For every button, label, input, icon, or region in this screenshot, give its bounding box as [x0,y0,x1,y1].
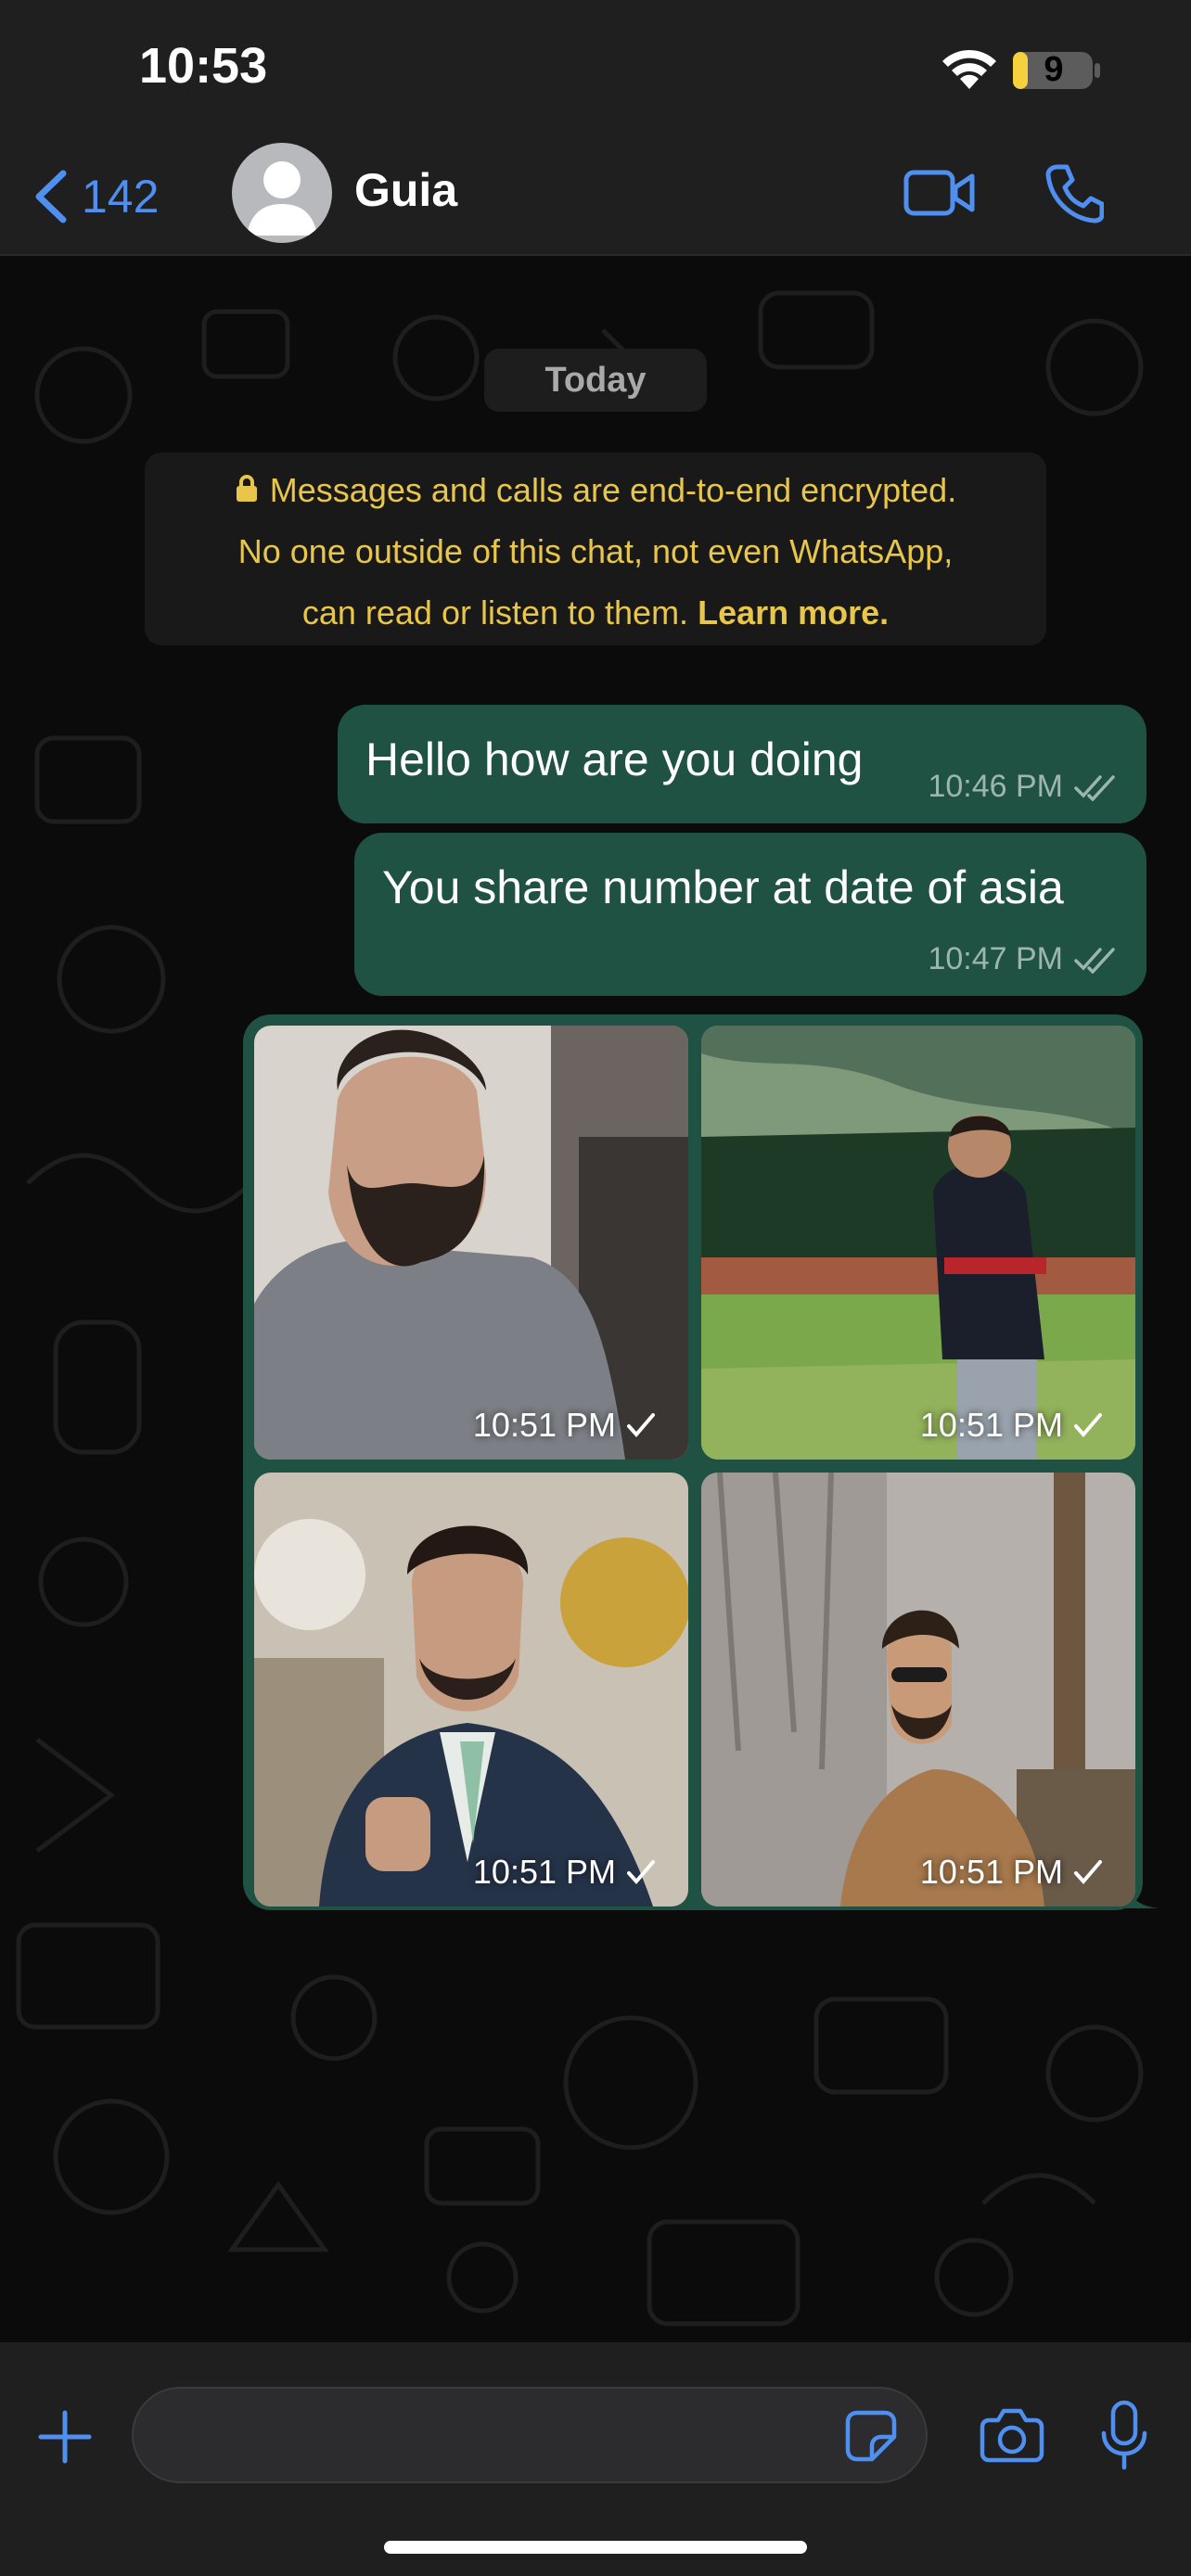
message-input[interactable] [132,2387,928,2483]
input-bar [0,2342,1191,2576]
check-icon [1074,1413,1102,1438]
back-button[interactable]: 142 [32,161,159,232]
wifi-icon [942,49,996,89]
check-icon [1074,1860,1102,1885]
photo-time: 10:51 PM [919,1406,1063,1444]
lock-icon [236,475,257,502]
avatar[interactable] [232,143,332,243]
camera-icon[interactable] [980,2407,1044,2463]
date-chip: Today [484,349,707,412]
message-meta: 10:47 PM [928,941,1119,977]
check-icon [627,1860,655,1885]
photo-time: 10:51 PM [472,1406,616,1444]
message-text: You share number at date of asia [382,861,1064,913]
message-time: 10:46 PM [928,769,1063,804]
plus-icon[interactable] [37,2409,93,2465]
message-meta: 10:46 PM [928,769,1119,805]
photo-thumbnail[interactable]: 10:51 PM [701,1026,1135,1460]
double-check-icon [1074,947,1115,974]
photo-thumbnail[interactable]: 10:51 PM [254,1473,688,1906]
status-time: 10:53 [139,38,268,94]
photo-meta: 10:51 PM [920,1853,1104,1892]
encryption-line-3: can read or listen to them. [301,593,689,631]
person-silhouette-icon [247,161,317,236]
contact-name[interactable]: Guia [354,163,457,217]
chat-header: 142 Guia [0,139,1191,256]
back-count: 142 [82,171,160,223]
photo-thumbnail[interactable]: 10:51 PM [254,1026,688,1460]
photo-thumbnail[interactable]: 10:51 PM [701,1473,1135,1906]
message-text: Hello how are you doing [365,733,864,785]
photo-selfie-gray-sweater [254,1026,688,1460]
photo-meta: 10:51 PM [920,1406,1104,1445]
status-bar: 10:53 9 [0,0,1191,139]
photo-man-leather-jacket [701,1473,1135,1906]
phone-icon[interactable] [1044,163,1104,224]
battery-icon: 9 [1011,48,1104,93]
encryption-line-2: No one outside of this chat, not even Wh… [237,532,954,570]
photo-time: 10:51 PM [919,1853,1063,1891]
chat-area[interactable]: Today Messages and calls are end-to-end … [0,256,1191,2342]
sticker-icon[interactable] [844,2409,898,2463]
photo-mountain-meadow [701,1026,1135,1460]
chevron-left-icon [35,170,67,223]
battery-level: 9 [1044,50,1064,89]
photo-meta: 10:51 PM [473,1853,657,1892]
message-bubble[interactable]: Hello how are you doing 10:46 PM [338,705,1146,823]
encryption-notice[interactable]: Messages and calls are end-to-end encryp… [145,453,1046,645]
photo-man-in-suit [254,1473,688,1906]
home-indicator [384,2541,807,2554]
photo-album[interactable]: 10:51 PM 10:51 PM 10:51 PM 10:51 PM [243,1014,1159,1910]
photo-time: 10:51 PM [472,1853,616,1891]
encryption-line-1: Messages and calls are end-to-end encryp… [269,471,957,509]
double-check-icon [1074,774,1115,801]
photo-meta: 10:51 PM [473,1406,657,1445]
microphone-icon[interactable] [1100,2400,1148,2470]
check-icon [627,1413,655,1438]
message-time: 10:47 PM [928,941,1063,976]
learn-more-link[interactable]: Learn more. [698,593,889,631]
message-bubble[interactable]: You share number at date of asia 10:47 P… [354,833,1146,996]
video-camera-icon[interactable] [903,167,976,219]
